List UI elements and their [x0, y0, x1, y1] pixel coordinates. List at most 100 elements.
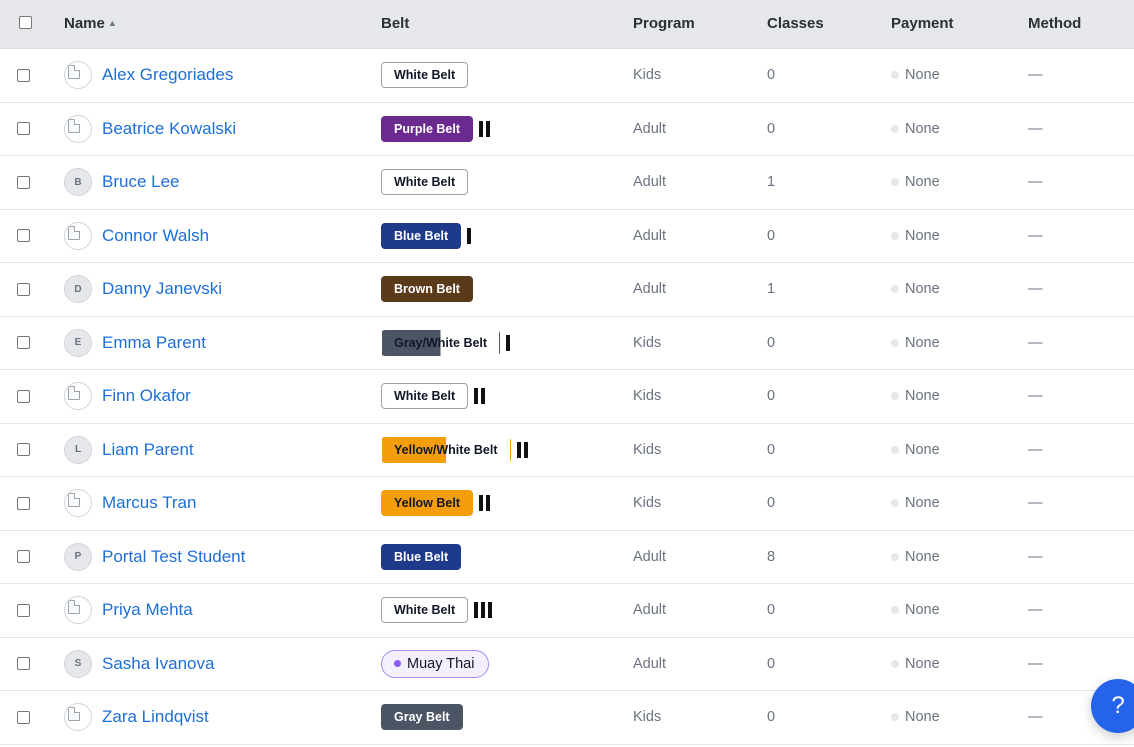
table-row[interactable]: B Bruce Lee White Belt Adult 1 None —	[0, 156, 1134, 210]
student-name-link[interactable]: Liam Parent	[102, 440, 194, 460]
table-header: Name ▲ Belt Program Classes Payment Metho…	[0, 0, 1134, 49]
row-checkbox-cell	[17, 691, 30, 744]
broken-image-icon	[68, 600, 80, 615]
stripe-mark	[486, 495, 490, 512]
row-checkbox[interactable]	[17, 603, 30, 617]
program-value: Adult	[633, 548, 667, 565]
row-checkbox[interactable]	[17, 175, 30, 189]
student-cell: Beatrice Kowalski	[64, 103, 236, 156]
student-name-link[interactable]: Beatrice Kowalski	[102, 119, 236, 139]
student-name-link[interactable]: Finn Okafor	[102, 386, 191, 406]
status-dot-icon	[891, 659, 899, 668]
program-cell: Kids	[633, 477, 661, 530]
row-checkbox[interactable]	[17, 710, 30, 724]
classes-count: 0	[767, 495, 776, 512]
program-cell: Kids	[633, 49, 661, 102]
program-cell: Adult	[633, 584, 666, 637]
belt-cell: White Belt	[381, 156, 469, 209]
method-cell: —	[1028, 49, 1043, 102]
table-row[interactable]: Marcus Tran Yellow Belt Kids 0 None —	[0, 477, 1134, 531]
row-checkbox-cell	[17, 477, 30, 530]
payment-cell: None	[891, 210, 940, 263]
payment-cell: None	[891, 49, 940, 102]
table-row[interactable]: E Emma Parent Gray/White Belt Kids 0 None —	[0, 316, 1134, 370]
broken-image-icon	[68, 493, 80, 508]
row-checkbox-cell	[17, 210, 30, 263]
column-header-program[interactable]: Program	[633, 0, 695, 48]
belt-cell: White Belt	[381, 49, 469, 102]
student-name-link[interactable]: Bruce Lee	[102, 172, 180, 192]
program-cell: Adult	[633, 156, 666, 209]
program-value: Kids	[633, 495, 662, 512]
column-header-payment[interactable]: Payment	[891, 0, 954, 48]
student-name-link[interactable]: Marcus Tran	[102, 493, 196, 513]
table-row[interactable]: Alex Gregoriades White Belt Kids 0 None —	[0, 49, 1134, 103]
broken-image-icon	[68, 225, 80, 240]
table-row[interactable]: S Sasha Ivanova Muay Thai Adult 0 None —	[0, 637, 1134, 691]
classes-cell: 1	[767, 156, 775, 209]
method-value: —	[1028, 441, 1043, 458]
status-dot-icon	[891, 499, 899, 508]
method-cell: —	[1028, 584, 1043, 637]
row-checkbox[interactable]	[17, 443, 30, 457]
method-value: —	[1028, 388, 1043, 405]
row-checkbox-cell	[17, 370, 30, 423]
row-checkbox[interactable]	[17, 657, 30, 671]
student-name-link[interactable]: Zara Lindqvist	[102, 707, 209, 727]
broken-image-icon	[68, 386, 80, 401]
table-row[interactable]: Connor Walsh Blue Belt Adult 0 None —	[0, 209, 1134, 263]
student-name-link[interactable]: Danny Janevski	[102, 279, 222, 299]
table-body: Alex Gregoriades White Belt Kids 0 None — Beat…	[0, 49, 1134, 745]
method-value: —	[1028, 120, 1043, 137]
method-value: —	[1028, 655, 1043, 672]
table-row[interactable]: P Portal Test Student Blue Belt Adult 8 None —	[0, 530, 1134, 584]
row-checkbox[interactable]	[17, 122, 30, 136]
student-name-link[interactable]: Alex Gregoriades	[102, 65, 233, 85]
program-value: Adult	[633, 227, 667, 244]
payment-cell: None	[891, 156, 940, 209]
table-row[interactable]: D Danny Janevski Brown Belt Adult 1 None —	[0, 263, 1134, 317]
row-checkbox[interactable]	[17, 336, 30, 350]
select-all-checkbox[interactable]	[19, 16, 32, 29]
belt-stripes	[474, 602, 493, 619]
column-header-method[interactable]: Method	[1028, 0, 1081, 48]
row-checkbox[interactable]	[17, 496, 30, 510]
column-header-name[interactable]: Name ▲	[64, 0, 117, 48]
classes-count: 8	[767, 548, 776, 565]
method-cell: —	[1028, 317, 1043, 370]
table-row[interactable]: Finn Okafor White Belt Kids 0 None —	[0, 370, 1134, 424]
table-row[interactable]: Priya Mehta White Belt Adult 0 None —	[0, 584, 1134, 638]
classes-count: 0	[767, 227, 776, 244]
payment-status: None	[891, 228, 940, 244]
belt-badge: White Belt	[381, 62, 469, 89]
payment-cell: None	[891, 370, 940, 423]
row-checkbox[interactable]	[17, 389, 30, 403]
method-value: —	[1028, 495, 1043, 512]
student-name-link[interactable]: Portal Test Student	[102, 547, 245, 567]
row-checkbox-cell	[17, 584, 30, 637]
table-row[interactable]: Beatrice Kowalski Purple Belt Adult 0 None —	[0, 102, 1134, 156]
program-value: Kids	[633, 388, 662, 405]
column-header-belt[interactable]: Belt	[381, 0, 409, 48]
belt-cell: Blue Belt	[381, 531, 462, 584]
belt-cell: Yellow Belt	[381, 477, 490, 530]
student-name-link[interactable]: Sasha Ivanova	[102, 654, 214, 674]
avatar: P	[64, 542, 92, 571]
question-icon: ?	[1111, 692, 1125, 719]
classes-cell: 0	[767, 691, 775, 744]
student-cell: S Sasha Ivanova	[64, 638, 214, 691]
belt-badge: Yellow/White Belt	[381, 436, 511, 463]
payment-cell: None	[891, 584, 940, 637]
student-name-link[interactable]: Priya Mehta	[102, 600, 193, 620]
student-name-link[interactable]: Connor Walsh	[102, 226, 209, 246]
column-header-classes[interactable]: Classes	[767, 0, 824, 48]
row-checkbox[interactable]	[17, 68, 30, 82]
row-checkbox[interactable]	[17, 282, 30, 296]
classes-count: 0	[767, 655, 776, 672]
classes-cell: 1	[767, 263, 775, 316]
table-row[interactable]: Zara Lindqvist Gray Belt Kids 0 None —	[0, 691, 1134, 745]
student-name-link[interactable]: Emma Parent	[102, 333, 206, 353]
row-checkbox[interactable]	[17, 550, 30, 564]
table-row[interactable]: L Liam Parent Yellow/White Belt Kids 0 None —	[0, 423, 1134, 477]
row-checkbox[interactable]	[17, 229, 30, 243]
